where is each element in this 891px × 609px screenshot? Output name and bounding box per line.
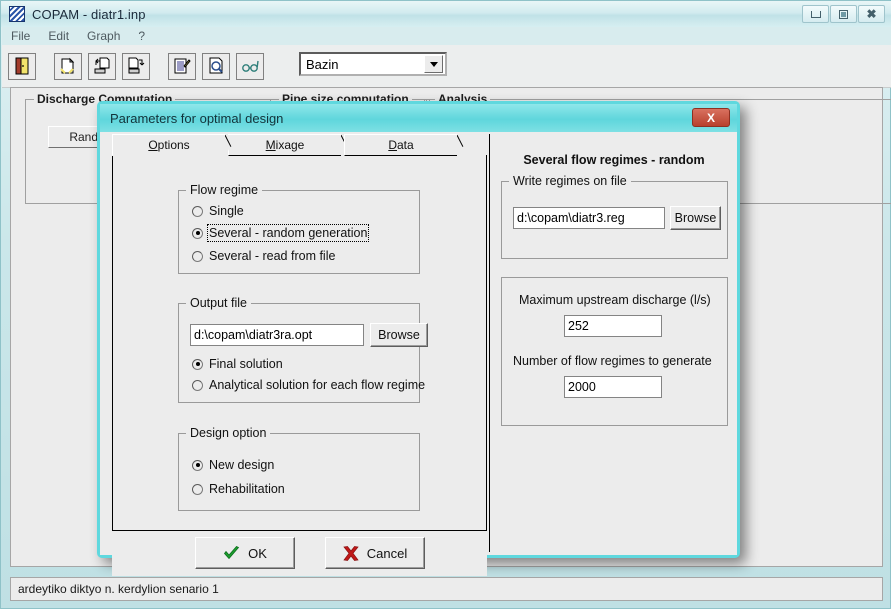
max-discharge-label: Maximum upstream discharge (l/s) (519, 293, 711, 307)
radio-label: Several - read from file (209, 249, 336, 263)
radio-label: Analytical solution for each flow regime (209, 378, 426, 392)
dialog-titlebar: Parameters for optimal design X (100, 104, 737, 132)
ok-button[interactable]: OK (195, 537, 295, 569)
window-controls: ✖ (802, 5, 886, 23)
fieldset-flow-regime-title: Flow regime (186, 183, 263, 197)
statusbar: ardeytiko diktyo n. kerdylion senario 1 (10, 577, 883, 601)
exit-icon (15, 57, 29, 75)
print-preview-icon (209, 57, 223, 74)
cancel-button[interactable]: Cancel (325, 537, 425, 569)
maximize-icon (839, 9, 848, 19)
method-combobox[interactable]: Bazin (299, 52, 447, 76)
radio-indicator (192, 358, 203, 370)
radio-indicator (192, 459, 203, 471)
radio-label: Single (209, 204, 244, 218)
toolbar-button-save[interactable] (122, 52, 150, 80)
optimal-design-dialog: Parameters for optimal design X Options … (97, 101, 740, 576)
toolbar-button-new[interactable] (54, 52, 82, 80)
radio-analytical-solution[interactable]: Analytical solution for each flow regime (192, 378, 425, 392)
fieldset-flow-regime: Flow regime Single Several - random gene… (178, 183, 420, 274)
radio-indicator (192, 483, 203, 495)
toolbar: Bazin (2, 45, 891, 88)
fieldset-output-file: Output file d:\copam\diatr3ra.opt Browse… (178, 296, 428, 403)
fieldset-write-regimes-title: Write regimes on file (509, 174, 631, 188)
radio-label: Rehabilitation (209, 482, 285, 496)
radio-indicator (192, 205, 203, 217)
close-button[interactable]: ✖ (858, 5, 885, 23)
dialog-title: Parameters for optimal design (110, 110, 284, 126)
window-title: COPAM - diatr1.inp (32, 6, 146, 22)
radio-new-design[interactable]: New design (192, 458, 274, 472)
window-titlebar: COPAM - diatr1.inp ✖ (1, 1, 891, 27)
maximize-button[interactable] (830, 5, 857, 23)
fieldset-output-file-title: Output file (186, 296, 251, 310)
radio-flow-several-random[interactable]: Several - random generation (192, 224, 370, 242)
cancel-button-label: Cancel (366, 545, 408, 561)
menu-item-help[interactable]: ? (129, 28, 154, 44)
radio-final-solution[interactable]: Final solution (192, 357, 283, 371)
fieldset-write-regimes: Write regimes on file d:\copam\diatr3.re… (501, 174, 728, 259)
tab-data-label: Data (388, 138, 414, 152)
check-icon (224, 545, 240, 559)
output-file-path-input[interactable]: d:\copam\diatr3ra.opt (190, 324, 364, 346)
tab-data[interactable]: Data (344, 134, 468, 157)
dialog-tabstrip: Options Mixage Data (112, 134, 487, 157)
toolbar-button-open[interactable] (88, 52, 116, 80)
radio-rehabilitation[interactable]: Rehabilitation (192, 482, 285, 496)
minimize-icon (810, 10, 821, 18)
x-icon (343, 545, 359, 561)
menu-item-file[interactable]: File (2, 28, 39, 44)
open-file-icon (94, 57, 110, 74)
fieldset-design-option-title: Design option (186, 426, 271, 440)
dialog-body: Options Mixage Data Flow regime Single S… (100, 132, 737, 576)
dialog-divider (489, 134, 490, 552)
tab-notch (225, 135, 236, 157)
radio-label: New design (209, 458, 275, 472)
statusbar-text: ardeytiko diktyo n. kerdylion senario 1 (18, 582, 219, 596)
radio-label: Several - random generation (206, 224, 370, 242)
right-pane-heading: Several flow regimes - random (523, 153, 705, 167)
method-combobox-value: Bazin (306, 56, 339, 72)
dialog-close-button[interactable]: X (692, 108, 730, 127)
toolbar-button-edit-data[interactable] (168, 52, 196, 80)
max-discharge-input[interactable]: 252 (564, 315, 662, 337)
new-file-icon (60, 57, 75, 74)
radio-indicator (192, 250, 203, 262)
num-regimes-input[interactable]: 2000 (564, 376, 662, 398)
ok-button-label: OK (248, 545, 267, 561)
tab-options[interactable]: Options (112, 134, 236, 157)
edit-data-icon (174, 58, 191, 74)
radio-flow-several-file[interactable]: Several - read from file (192, 249, 335, 263)
dialog-right-pane: Several flow regimes - random Write regi… (491, 134, 737, 552)
minimize-button[interactable] (802, 5, 829, 23)
menubar: File Edit Graph ? (2, 27, 891, 45)
tab-panel-options: Flow regime Single Several - random gene… (112, 155, 487, 531)
fieldset-random-parameters: Maximum upstream discharge (l/s) 252 Num… (501, 277, 728, 426)
radio-indicator (192, 379, 203, 391)
radio-label: Final solution (209, 357, 283, 371)
app-logo-icon (9, 6, 25, 22)
tab-notch (457, 135, 468, 157)
write-regimes-path-input[interactable]: d:\copam\diatr3.reg (513, 207, 665, 229)
view-glasses-icon (242, 60, 259, 72)
tab-mixage[interactable]: Mixage (228, 134, 352, 157)
tab-mixage-label: Mixage (265, 138, 305, 152)
tab-options-label: Options (148, 138, 190, 152)
application-window: COPAM - diatr1.inp ✖ File Edit Graph ? B… (0, 0, 891, 609)
menu-item-graph[interactable]: Graph (78, 28, 129, 44)
toolbar-button-view[interactable] (236, 52, 264, 80)
toolbar-button-exit[interactable] (8, 52, 36, 80)
radio-indicator (192, 227, 203, 239)
num-regimes-label: Number of flow regimes to generate (513, 354, 712, 368)
radio-flow-single[interactable]: Single (192, 204, 244, 218)
menu-item-edit[interactable]: Edit (39, 28, 78, 44)
fieldset-design-option: Design option New design Rehabilitation (178, 426, 420, 511)
dialog-button-bar: OK Cancel (112, 530, 487, 576)
chevron-down-icon[interactable] (424, 55, 443, 73)
output-file-browse-button[interactable]: Browse (370, 323, 428, 347)
toolbar-button-preview[interactable] (202, 52, 230, 80)
close-icon: ✖ (866, 7, 877, 21)
write-regimes-browse-button[interactable]: Browse (670, 206, 721, 230)
save-file-icon (128, 57, 145, 74)
